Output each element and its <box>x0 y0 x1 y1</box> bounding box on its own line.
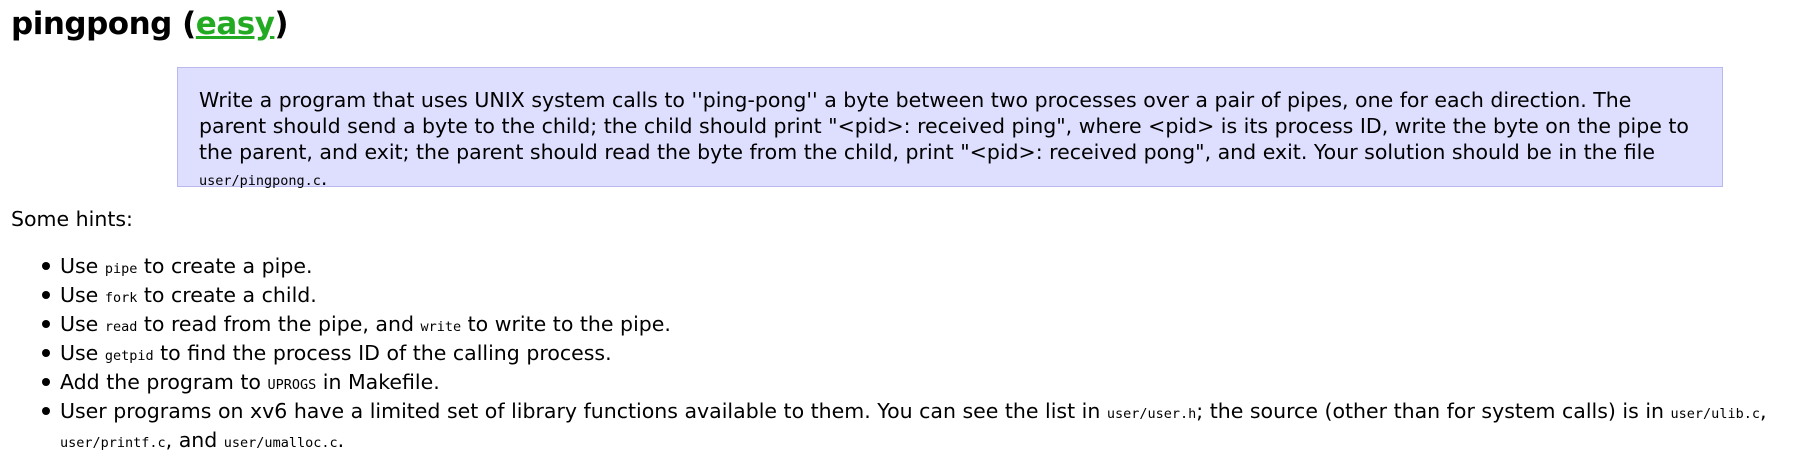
hint-text: to read from the pipe, and <box>137 312 421 336</box>
exercise-title: pingpong (easy) <box>11 4 289 44</box>
hint-text: , and <box>165 428 224 452</box>
requirement-body: Write a program that uses UNIX system ca… <box>199 88 1689 164</box>
hint-text: in Makefile. <box>316 370 440 394</box>
hint-code: write <box>420 319 462 335</box>
hints-list: Use pipe to create a pipe. Use fork to c… <box>0 253 1800 456</box>
hint-item: Use fork to create a child. <box>42 282 1800 311</box>
exercise-name: pingpong <box>11 6 172 42</box>
hint-text: Use <box>60 254 105 278</box>
hint-text: . <box>337 428 345 452</box>
hint-item: User programs on xv6 have a limited set … <box>42 398 1800 456</box>
hint-text: ; the source (other than for system call… <box>1196 399 1671 423</box>
requirement-box: Write a program that uses UNIX system ca… <box>177 67 1723 190</box>
difficulty-link[interactable]: easy <box>196 6 275 42</box>
requirement-file-code: user/pingpong.c <box>199 173 321 189</box>
hint-text: Add the program to <box>60 370 268 394</box>
requirement-text: Write a program that uses UNIX system ca… <box>199 87 1702 194</box>
title-open-paren: ( <box>171 6 196 42</box>
page: pingpong (easy) Write a program that use… <box>0 0 1810 452</box>
hint-code: UPROGS <box>267 377 317 393</box>
hint-item: Use getpid to find the process ID of the… <box>42 340 1800 369</box>
hint-code: user/user.h <box>1106 406 1197 422</box>
hint-text: Use <box>60 312 105 336</box>
hint-item: Use pipe to create a pipe. <box>42 253 1800 282</box>
hint-text: Use <box>60 283 105 307</box>
hint-text: to write to the pipe. <box>461 312 671 336</box>
hint-text: , <box>1759 399 1767 423</box>
hint-text: Use <box>60 341 105 365</box>
hint-text: to find the process ID of the calling pr… <box>153 341 612 365</box>
hint-code: pipe <box>104 261 138 277</box>
hint-text: to create a pipe. <box>137 254 313 278</box>
hint-code: user/printf.c <box>60 435 166 451</box>
hint-text: to create a child. <box>137 283 317 307</box>
hint-code: user/ulib.c <box>1670 406 1760 422</box>
hint-item: Add the program to UPROGS in Makefile. <box>42 369 1800 398</box>
hint-code: user/umalloc.c <box>223 435 338 451</box>
hint-code: fork <box>104 290 138 306</box>
hint-text: User programs on xv6 have a limited set … <box>60 399 1107 423</box>
requirement-end: . <box>320 166 328 190</box>
hint-item: Use read to read from the pipe, and writ… <box>42 311 1800 340</box>
hints-label: Some hints: <box>11 207 133 231</box>
title-close-paren: ) <box>274 6 289 42</box>
hint-code: getpid <box>104 348 154 364</box>
hint-code: read <box>104 319 138 335</box>
